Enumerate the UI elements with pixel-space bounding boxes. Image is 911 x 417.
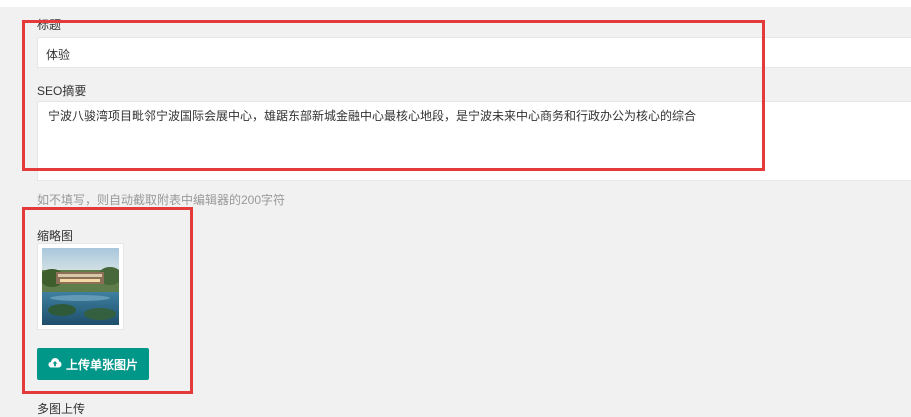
seo-summary-label: SEO摘要 — [37, 84, 87, 98]
upload-single-image-button[interactable]: 上传单张图片 — [37, 348, 149, 380]
title-input[interactable]: 体验 — [37, 37, 911, 68]
top-strip — [0, 0, 911, 7]
thumbnail-label: 缩略图 — [37, 229, 74, 243]
cloud-upload-icon — [48, 357, 62, 372]
seo-summary-textarea[interactable]: 宁波八骏湾项目毗邻宁波国际会展中心，雄踞东部新城金融中心最核心地段，是宁波未来中… — [37, 101, 911, 181]
upload-button-label: 上传单张图片 — [65, 357, 138, 372]
multi-upload-label: 多图上传 — [37, 402, 86, 416]
title-label: 标题 — [37, 18, 62, 32]
thumbnail-preview[interactable] — [37, 243, 124, 330]
seo-summary-hint: 如不填写，则自动截取附表中编辑器的200字符 — [37, 193, 286, 207]
thumbnail-image — [42, 248, 119, 325]
